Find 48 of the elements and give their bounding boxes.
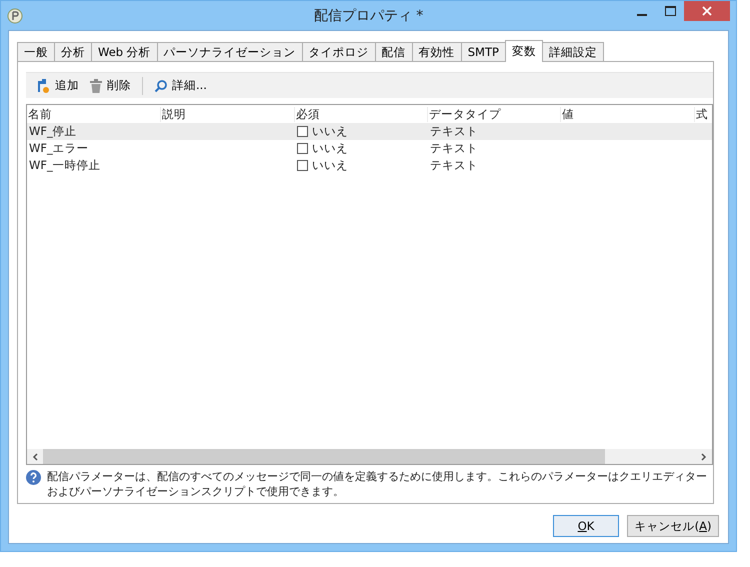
minimize-icon [637,14,647,16]
table-cell-text: WF_停止 [28,124,78,139]
maximize-icon [664,6,676,16]
table-cell-text: テキスト [429,141,479,156]
help-icon [26,470,41,485]
column-header[interactable]: データタイプ [428,106,561,122]
search-icon [154,78,168,92]
table-cell-text: WF_一時停止 [28,158,102,173]
table-cell-text: WF_エラー [28,141,90,156]
delete-button[interactable]: 削除 [86,76,134,96]
add-button[interactable]: 追加 [32,76,82,96]
scroll-thumb[interactable] [43,449,605,464]
tab[interactable]: タイポロジ [302,42,376,61]
close-icon [702,6,712,16]
tab[interactable]: 有効性 [412,42,462,61]
window-title: 配信プロパティ * [312,6,424,24]
column-header[interactable]: 説明 [161,106,295,122]
table-cell-text: テキスト [429,158,479,173]
column-header[interactable]: 式 [695,106,714,122]
tab[interactable]: パーソナライゼーション [156,42,303,61]
app-icon [7,8,23,24]
tab[interactable]: 分析 [54,42,92,61]
table-cell-text: いいえ [311,141,348,156]
tab[interactable]: Web 分析 [91,42,158,61]
table-row[interactable]: WF_一時停止 いいえ テキスト [27,157,712,174]
trash-icon [89,78,103,94]
table-row[interactable]: WF_エラー いいえ テキスト [27,140,712,157]
column-header[interactable]: 名前 [27,106,161,122]
table-cell-text: テキスト [429,124,479,139]
tab[interactable]: 変数 [504,40,543,62]
cancel-button[interactable]: キャンセル(A) [627,515,719,537]
column-header[interactable]: 値 [561,106,695,122]
tab[interactable]: 詳細設定 [542,42,604,61]
checkbox[interactable] [297,160,308,171]
details-button[interactable]: 詳細... [151,76,210,95]
checkbox[interactable] [297,126,308,137]
column-header[interactable]: 必須 [295,106,428,122]
horizontal-scrollbar[interactable] [27,449,712,464]
table-row[interactable]: WF_停止 いいえ テキスト [27,123,712,140]
table-cell-text: いいえ [311,124,348,139]
table-cell-text: いいえ [311,158,348,173]
close-button[interactable] [684,1,730,21]
tab[interactable]: 一般 [17,42,55,61]
checkbox[interactable] [297,143,308,154]
tab[interactable]: 配信 [374,42,413,61]
tab[interactable]: SMTP [460,42,506,61]
help-text: 配信パラメーターは、配信のすべてのメッセージで同一の値を定義するために使用します。これらのパラメーターはクエリエディターおよびパーソナライゼーションスクリプトで使用できます。 [47,469,708,499]
ok-button[interactable]: OK [553,515,619,537]
